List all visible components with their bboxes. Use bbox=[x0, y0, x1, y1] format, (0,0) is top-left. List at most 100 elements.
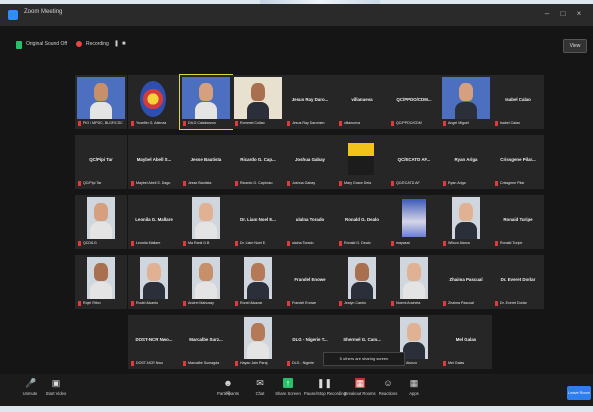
participant-shirt bbox=[90, 102, 112, 119]
pause-stop-icon: ❚❚ bbox=[317, 378, 333, 388]
participant-tile[interactable]: Isabel Calao Isabel Calao bbox=[492, 75, 544, 129]
participants-label: Participants bbox=[217, 391, 239, 396]
apps-button[interactable]: ▦ Apps bbox=[396, 378, 432, 404]
participant-tile[interactable]: Marcalbe Surz... Marcalbe Sumagda bbox=[180, 315, 232, 369]
participant-face bbox=[199, 263, 213, 281]
participant-tile[interactable]: Ronel Alcazar bbox=[232, 255, 284, 309]
participant-tile[interactable]: QCDILG bbox=[75, 195, 127, 249]
pause-stop-recording-button[interactable]: ❚❚ Pause/Stop Recording bbox=[304, 378, 346, 404]
muted-mic-icon bbox=[495, 241, 498, 246]
participant-face bbox=[94, 83, 108, 101]
participant-tile[interactable]: Jesus Ray Daro... Jesus Ray Daromen bbox=[284, 75, 336, 129]
participant-label: Mel Galas bbox=[443, 361, 490, 367]
share-screen-icon: ↑ bbox=[283, 378, 293, 388]
stop-recording-icon[interactable]: ■ bbox=[122, 41, 126, 47]
participant-name: DOST-NCR Nwo... bbox=[135, 337, 173, 342]
participant-tile[interactable]: Ronald G. Dealo Ronald G. Dealo bbox=[336, 195, 388, 249]
share-screen-button[interactable]: ↑ Share Screen bbox=[270, 378, 306, 404]
minimize-icon[interactable]: – bbox=[541, 8, 553, 20]
participant-tile[interactable]: Maybel Abell S... Maybel Abell S. Dagu bbox=[128, 135, 180, 189]
participant-name: Jesse Bautista bbox=[190, 157, 222, 162]
participant-tile[interactable]: Ma Ranil G.B bbox=[180, 195, 232, 249]
participant-tile[interactable]: Zhaima Pascual Zhaima Pascual bbox=[440, 255, 492, 309]
participant-tile[interactable]: QC/Pipi Tar QC/Pipi Tar bbox=[75, 135, 127, 189]
participant-tile[interactable]: Mary Grace Dela bbox=[336, 135, 388, 189]
muted-mic-icon bbox=[183, 241, 186, 246]
apps-label: Apps bbox=[409, 391, 419, 396]
participant-tile[interactable]: Ronaid Turipe Ronaid Turipe bbox=[492, 195, 544, 249]
participant-tile[interactable]: Jesse Bautista Jesse Bautista bbox=[180, 135, 232, 189]
muted-mic-icon bbox=[235, 121, 238, 126]
muted-mic-icon bbox=[287, 241, 290, 246]
meeting-info-text[interactable]: Original Sound Off bbox=[26, 41, 67, 47]
participant-caption: Rojel Rifon bbox=[83, 301, 101, 305]
participant-tile[interactable]: Jealyn Castro bbox=[336, 255, 388, 309]
participant-tile[interactable]: Rommel Coliao bbox=[232, 75, 284, 129]
participant-label: PIO / MPDC, BLGF/CSC bbox=[78, 121, 125, 127]
participant-tile[interactable]: Rojel Rifon bbox=[75, 255, 127, 309]
zoom-window: Zoom Meeting – □ × Original Sound Off Re… bbox=[0, 4, 593, 406]
shared-document-thumbnail bbox=[348, 143, 374, 175]
participant-tile[interactable]: Leonila G. Mallare Leonila Mallare bbox=[128, 195, 180, 249]
participant-tile[interactable]: Ryan Ariga Ryan Ariga bbox=[440, 135, 492, 189]
participants-button[interactable]: ☻42 Participants bbox=[210, 378, 246, 404]
participant-tile[interactable]: Andrei Mahusay bbox=[180, 255, 232, 309]
participant-name: QC/Pipi Tar bbox=[89, 157, 113, 162]
maximize-icon[interactable]: □ bbox=[557, 8, 569, 20]
participant-caption: Rodel Alcanto bbox=[136, 301, 159, 305]
participant-label: mayasat bbox=[391, 241, 438, 247]
participant-caption: Frandel Enowe bbox=[292, 301, 317, 305]
participant-caption: Ma Ranil G.B bbox=[188, 241, 210, 245]
participant-tile[interactable]: Ricardo G. Cap... Ricardo G. Capiroso bbox=[232, 135, 284, 189]
participant-face bbox=[94, 203, 108, 221]
participant-name: Ronald G. Dealo bbox=[345, 217, 379, 222]
participant-name: Frandel Enowe bbox=[294, 277, 326, 282]
participant-shirt bbox=[195, 102, 217, 119]
muted-mic-icon bbox=[443, 301, 446, 306]
participant-caption: QC/Pipi Tar bbox=[83, 181, 102, 185]
participant-tile[interactable]: PIO / MPDC, BLGF/CSC bbox=[75, 75, 127, 129]
participant-tile[interactable]: mayasat bbox=[388, 195, 440, 249]
participant-tile[interactable]: Joshua Gabay Joshua Gabay bbox=[284, 135, 336, 189]
pause-recording-icon[interactable]: ❚ bbox=[114, 41, 119, 47]
participant-tile[interactable]: Rodel Alcanto bbox=[128, 255, 180, 309]
participant-tile[interactable]: QC/PPDO/CDM... QC/PPDO/CDM bbox=[388, 75, 440, 129]
participant-tile[interactable]: Frandel Enowe Frandel Enowe bbox=[284, 255, 336, 309]
participant-tile[interactable]: DOST-NCR Nwo... DOST-NCR Nwo bbox=[128, 315, 180, 369]
participant-caption: Noemi Ancheta bbox=[396, 301, 421, 305]
participant-shirt bbox=[247, 102, 269, 119]
apps-icon: ▦ bbox=[409, 378, 419, 388]
participant-label: Ronel Alcazar bbox=[235, 301, 282, 307]
participants-icon: ☻42 bbox=[223, 378, 233, 395]
microphone-muted-icon: 🎤 bbox=[25, 378, 37, 388]
view-button[interactable]: View bbox=[563, 39, 587, 53]
close-icon[interactable]: × bbox=[573, 8, 585, 20]
participant-label: Jealyn Castro bbox=[339, 301, 386, 307]
participant-tile[interactable]: DILG Calabarzon bbox=[179, 74, 233, 130]
participant-tile[interactable]: Hayan Jain Paraj bbox=[232, 315, 284, 369]
participant-tile[interactable]: Yuseflin G. Atienza bbox=[128, 75, 180, 129]
participant-name: Marcalbe Surz... bbox=[189, 337, 223, 342]
start-video-button[interactable]: ▣ Start Video bbox=[38, 378, 74, 404]
muted-mic-icon bbox=[391, 181, 394, 186]
participant-tile[interactable]: villanueva villanueva bbox=[336, 75, 388, 129]
participant-caption: Rommel Coliao bbox=[240, 121, 265, 125]
participant-name: Jesus Ray Daro... bbox=[291, 97, 329, 102]
muted-mic-icon bbox=[339, 181, 342, 186]
leave-room-button[interactable]: Leave Room bbox=[567, 386, 591, 400]
participant-tile[interactable]: QC/ECATD AF... QC/ECATD AF bbox=[388, 135, 440, 189]
participant-face bbox=[355, 263, 369, 281]
participant-tile[interactable]: Mel Galas Mel Galas bbox=[440, 315, 492, 369]
participant-tile[interactable]: Crissgene Pilar... Crissgene Pilar bbox=[492, 135, 544, 189]
participant-caption: Isabel Calao bbox=[500, 121, 520, 125]
participant-tile[interactable]: ulalna Torado ulalna Torado bbox=[284, 195, 336, 249]
participant-tile[interactable]: Dr. Liam Noel E... Dr. Liam Noel E. bbox=[232, 195, 284, 249]
security-shield-icon[interactable] bbox=[16, 41, 22, 49]
participant-caption: villanueva bbox=[344, 121, 360, 125]
participant-tile[interactable]: Dr. Everet Dorlar Dr. Everet Dorlar bbox=[492, 255, 544, 309]
participant-tile[interactable]: Angel Miguel bbox=[440, 75, 492, 129]
participant-tile[interactable]: Noemi Ancheta bbox=[388, 255, 440, 309]
participant-label: Angel Miguel bbox=[443, 121, 490, 127]
participant-tile[interactable]: Wilson Alarca bbox=[440, 195, 492, 249]
muted-mic-icon bbox=[235, 361, 238, 366]
